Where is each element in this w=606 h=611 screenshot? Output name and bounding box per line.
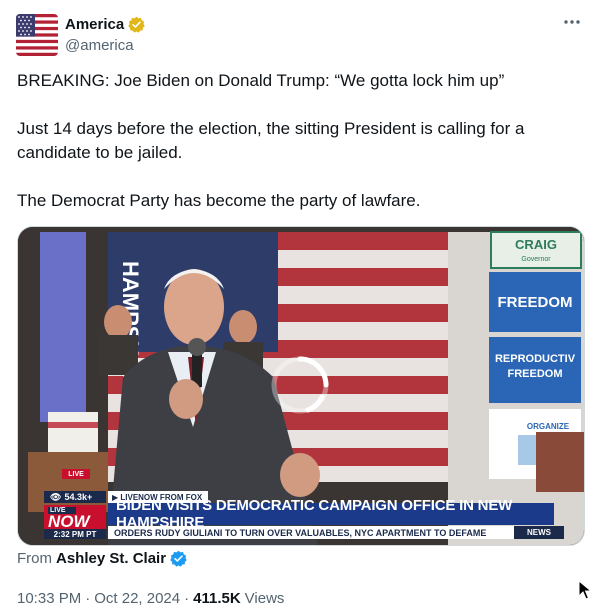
- tweet-line-1: BREAKING: Joe Biden on Donald Trump: “We…: [17, 71, 505, 90]
- eye-icon: 👁: [50, 491, 62, 502]
- sign-freedom-2: FREEDOM: [508, 368, 563, 380]
- avatar[interactable]: [16, 14, 58, 56]
- blue-check-icon: [170, 550, 187, 567]
- viewer-count-value: 54.3k+: [64, 492, 93, 502]
- news-tag: NEWS: [514, 526, 564, 539]
- news-ticker: ORDERS RUDY GIULIANI TO TURN OVER VALUAB…: [108, 526, 554, 539]
- author-handle[interactable]: @america: [65, 37, 134, 54]
- more-horizontal-icon: [564, 20, 580, 24]
- sign-reproductive: REPRODUCTIV: [495, 353, 576, 365]
- sign-organize: ORGANIZE: [527, 422, 570, 431]
- live-now-logo: LIVE NOW: [44, 505, 106, 531]
- mouse-cursor-icon: [578, 580, 592, 600]
- author-display-name[interactable]: America: [65, 16, 124, 33]
- views-label: Views: [244, 590, 285, 607]
- video-player[interactable]: CRAIG Governor FREEDOM REPRODUCTIV FREED…: [17, 226, 585, 546]
- separator-dot: ·: [85, 590, 91, 607]
- tweet-text: BREAKING: Joe Biden on Donald Trump: “We…: [17, 69, 577, 213]
- video-attribution: From Ashley St. Clair: [17, 550, 187, 567]
- post-date[interactable]: Oct 22, 2024: [94, 590, 180, 607]
- gold-check-icon: [128, 16, 145, 33]
- from-label: From: [17, 550, 52, 567]
- sign-craig: CRAIG: [515, 237, 557, 252]
- post-time[interactable]: 10:33 PM: [17, 590, 81, 607]
- broadcast-time: 2:32 PM PT: [44, 529, 106, 539]
- separator-dot: ·: [184, 590, 190, 607]
- views-count: 411.5K: [193, 590, 241, 607]
- us-flag-icon: [16, 14, 58, 56]
- news-headline: BIDEN VISITS DEMOCRATIC CAMPAIGN OFFICE …: [108, 497, 554, 531]
- more-options-button[interactable]: [562, 12, 582, 32]
- sign-governor: Governor: [521, 256, 551, 263]
- loading-spinner-icon: [271, 356, 329, 414]
- live-badge: LIVE: [62, 469, 90, 479]
- tweet-card: America @america BREAKING: Joe Biden on …: [0, 0, 606, 611]
- viewer-count: 👁 54.3k+: [44, 491, 106, 503]
- tweet-line-2: Just 14 days before the election, the si…: [17, 119, 525, 162]
- live-now-big: NOW: [48, 511, 90, 531]
- attribution-name[interactable]: Ashley St. Clair: [56, 550, 166, 567]
- tweet-meta: 10:33 PM · Oct 22, 2024 · 411.5K Views: [17, 590, 284, 607]
- news-lower-third: 👁 54.3k+ ▶ LIVENOW FROM FOX LIVE NOW 2:3…: [44, 489, 564, 539]
- sign-freedom: FREEDOM: [498, 294, 573, 311]
- author-name-row[interactable]: America: [65, 16, 145, 33]
- tweet-line-3: The Democrat Party has become the party …: [17, 191, 421, 210]
